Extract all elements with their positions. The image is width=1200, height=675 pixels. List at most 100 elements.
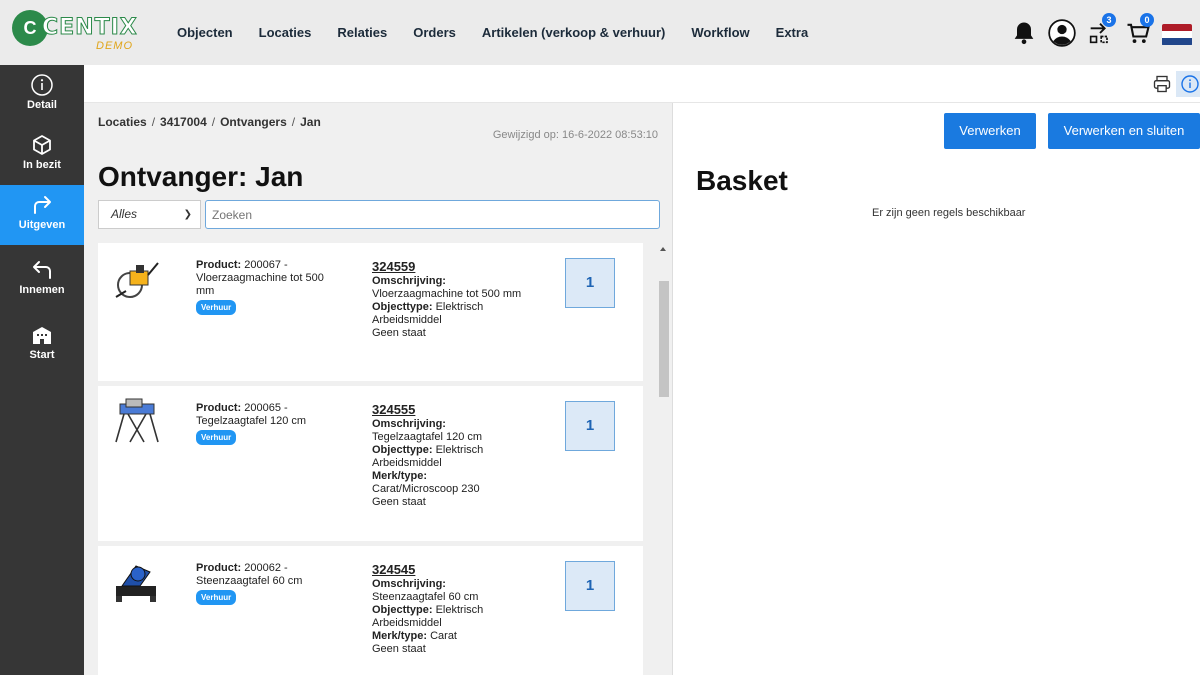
- sidebar-label-detail: Detail: [27, 99, 57, 111]
- list-scrollbar[interactable]: [657, 243, 671, 675]
- detail-key: Objecttype:: [372, 604, 433, 616]
- logo-sub: DEMO: [96, 40, 133, 52]
- basket-title: Basket: [696, 165, 788, 196]
- detail-value: Vloerzaagmachine tot 500 mm: [372, 288, 522, 300]
- quantity-button[interactable]: 1: [565, 258, 615, 308]
- arrow-back-icon: [33, 261, 51, 279]
- page-title: Ontvanger: Jan: [98, 161, 304, 192]
- dutch-flag-icon[interactable]: [1162, 23, 1192, 46]
- top-icons: 3 0: [1000, 13, 1192, 48]
- nav-orders[interactable]: Orders: [413, 25, 456, 40]
- detail-key: Merk/type:: [372, 470, 428, 482]
- object-code-link[interactable]: 324545: [372, 562, 522, 578]
- process-button[interactable]: Verwerken: [944, 113, 1036, 149]
- object-details: 324559 Omschrijving: Vloerzaagmachine to…: [372, 259, 522, 340]
- sidebar-label-start: Start: [29, 349, 55, 361]
- object-code-link[interactable]: 324555: [372, 402, 522, 418]
- detail-key: Omschrijving:: [372, 578, 446, 590]
- nav-artikelen[interactable]: Artikelen (verkoop & verhuur): [482, 25, 666, 40]
- quantity-button[interactable]: 1: [565, 401, 615, 451]
- cart-badge: 0: [1140, 13, 1154, 27]
- nav-objecten[interactable]: Objecten: [177, 25, 233, 40]
- breadcrumb-current: Jan: [300, 115, 321, 129]
- sidebar-item-in-bezit[interactable]: In bezit: [0, 125, 84, 185]
- sidebar-item-detail[interactable]: Detail: [0, 65, 84, 125]
- detail-value: Geen staat: [372, 327, 426, 339]
- list-item[interactable]: Product: 200065 - Tegelzaagtafel 120 cm …: [98, 386, 643, 541]
- user-avatar-icon[interactable]: [1048, 19, 1076, 47]
- filter-select[interactable]: Alles ❯: [98, 200, 201, 229]
- chevron-down-icon: ❯: [183, 209, 192, 220]
- scroll-up-arrow-icon[interactable]: [660, 247, 666, 251]
- sidebar-label-innemen: Innemen: [19, 284, 65, 296]
- building-icon: [33, 327, 51, 344]
- scroll-thumb[interactable]: [659, 281, 669, 397]
- search-input[interactable]: [205, 200, 660, 229]
- tile-saw-table-image: [115, 398, 159, 443]
- product-label: Product:: [196, 402, 242, 414]
- rental-badge: Verhuur: [196, 300, 237, 315]
- sidebar-label-in-bezit: In bezit: [23, 159, 61, 171]
- filter-selected-value: Alles: [111, 207, 138, 221]
- sidebar-item-innemen[interactable]: Innemen: [0, 250, 84, 310]
- sidebar: Detail In bezit Uitgeven Innemen Start: [0, 65, 84, 675]
- info-panel-tab[interactable]: [1176, 71, 1200, 97]
- stone-saw-table-image: [116, 565, 156, 602]
- transfer-icon[interactable]: 3: [1086, 13, 1116, 47]
- nav-extra[interactable]: Extra: [776, 25, 809, 40]
- tool-strip: [84, 65, 1200, 103]
- main-nav: Objecten Locaties Relaties Orders Artike…: [177, 0, 834, 65]
- cart-icon[interactable]: 0: [1124, 13, 1154, 47]
- item-list: Product: 200067 - Vloerzaagmachine tot 5…: [98, 243, 643, 675]
- process-and-close-button[interactable]: Verwerken en sluiten: [1048, 113, 1200, 149]
- detail-key: Objecttype:: [372, 301, 433, 313]
- modified-timestamp: Gewijzigd op: 16-6-2022 08:53:10: [492, 129, 658, 141]
- bell-icon[interactable]: [1010, 19, 1038, 47]
- recipient-pane: Locaties / 3417004 / Ontvangers / Jan Gewijzig…: [84, 103, 673, 675]
- detail-value: Tegelzaagtafel 120 cm: [372, 431, 483, 443]
- product-label: Product:: [196, 562, 242, 574]
- basket-pane: Verwerken Verwerken en sluiten Basket Er…: [674, 103, 1200, 675]
- breadcrumb-ontvangers[interactable]: Ontvangers: [220, 115, 287, 129]
- print-icon[interactable]: [1152, 74, 1172, 94]
- detail-key: Merk/type:: [372, 630, 428, 642]
- detail-value: Steenzaagtafel 60 cm: [372, 591, 479, 603]
- object-code-link[interactable]: 324559: [372, 259, 522, 275]
- logo-text: CENTIX: [42, 15, 138, 41]
- basket-empty-message: Er zijn geen regels beschikbaar: [872, 207, 1026, 219]
- info-icon: [31, 74, 53, 96]
- top-bar: C CENTIX DEMO Objecten Locaties Relaties…: [0, 0, 1200, 65]
- nav-locaties[interactable]: Locaties: [259, 25, 312, 40]
- product-info: Product: 200062 - Steenzaagtafel 60 cm V…: [196, 562, 326, 605]
- sidebar-item-start[interactable]: Start: [0, 315, 84, 375]
- rental-badge: Verhuur: [196, 430, 237, 445]
- quantity-button[interactable]: 1: [565, 561, 615, 611]
- breadcrumb: Locaties / 3417004 / Ontvangers / Jan: [98, 115, 321, 129]
- rental-badge: Verhuur: [196, 590, 237, 605]
- product-label: Product:: [196, 259, 242, 271]
- transfer-badge: 3: [1102, 13, 1116, 27]
- list-item[interactable]: Product: 200067 - Vloerzaagmachine tot 5…: [98, 243, 643, 381]
- breadcrumb-location-id[interactable]: 3417004: [160, 115, 207, 129]
- nav-workflow[interactable]: Workflow: [691, 25, 749, 40]
- arrow-out-icon: [34, 196, 51, 214]
- breadcrumb-separator: /: [151, 115, 156, 129]
- nav-relaties[interactable]: Relaties: [337, 25, 387, 40]
- sidebar-label-uitgeven: Uitgeven: [18, 219, 66, 231]
- product-info: Product: 200065 - Tegelzaagtafel 120 cm …: [196, 402, 326, 445]
- detail-key: Objecttype:: [372, 444, 433, 456]
- centix-logo[interactable]: C CENTIX DEMO: [12, 10, 152, 55]
- object-details: 324555 Omschrijving: Tegelzaagtafel 120 …: [372, 402, 522, 509]
- object-details: 324545 Omschrijving: Steenzaagtafel 60 c…: [372, 562, 522, 656]
- info-tab-icon: [1181, 75, 1199, 93]
- detail-value: Carat/Microscoop 230: [372, 483, 480, 495]
- list-item[interactable]: Product: 200062 - Steenzaagtafel 60 cm V…: [98, 546, 643, 675]
- breadcrumb-separator: /: [291, 115, 296, 129]
- breadcrumb-locaties[interactable]: Locaties: [98, 115, 147, 129]
- detail-value: Geen staat: [372, 496, 426, 508]
- cube-icon: [33, 135, 51, 155]
- sidebar-item-uitgeven[interactable]: Uitgeven: [0, 185, 84, 245]
- detail-value: Carat: [430, 630, 457, 642]
- product-info: Product: 200067 - Vloerzaagmachine tot 5…: [196, 259, 326, 315]
- floor-saw-image: [115, 262, 159, 298]
